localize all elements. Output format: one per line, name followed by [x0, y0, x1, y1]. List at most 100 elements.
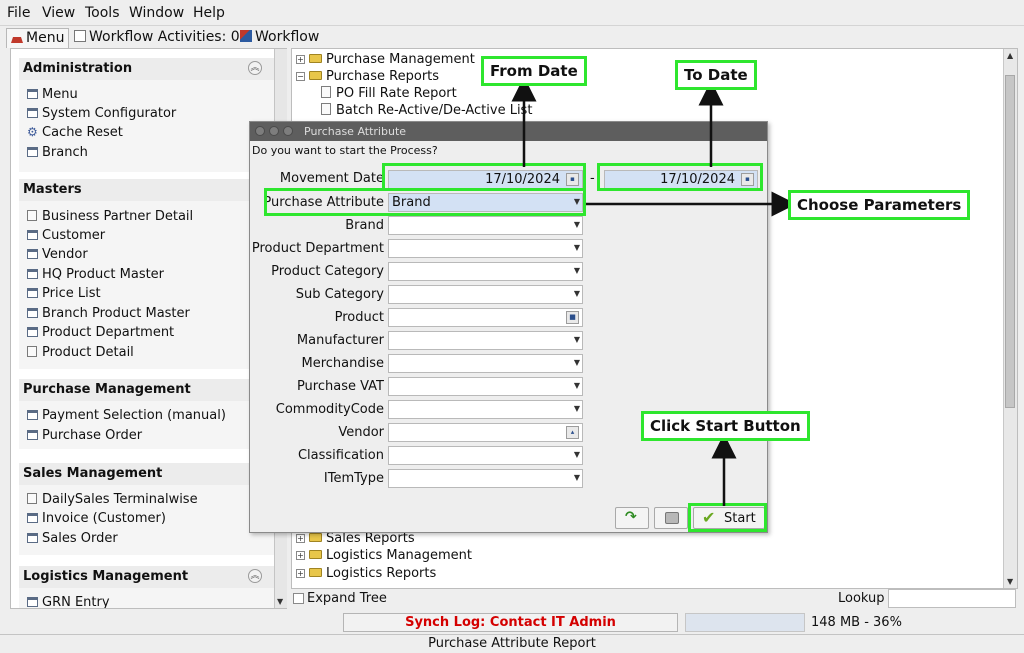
purchase-vat-select[interactable]: ▼ [388, 377, 583, 396]
link-vendor[interactable]: Vendor [27, 247, 88, 262]
menu-view[interactable]: View [42, 5, 75, 21]
link-dailysales-terminalwise[interactable]: DailySales Terminalwise [27, 492, 198, 507]
collapse-node-icon[interactable]: − [296, 72, 305, 81]
section-logistics-management-header[interactable]: Logistics Management [19, 566, 277, 588]
link-label: Payment Selection (manual) [42, 408, 226, 423]
link-product-detail[interactable]: Product Detail [27, 345, 134, 360]
tree-node-label: Purchase Reports [326, 69, 440, 84]
chevron-down-icon: ▼ [573, 243, 580, 252]
link-sales-order[interactable]: Sales Order [27, 531, 118, 546]
tree-node-purchase-management[interactable]: + Purchase Management [296, 52, 475, 67]
classification-select[interactable]: ▼ [388, 446, 583, 465]
tab-bar: Menu Workflow Activities: 0 Workflow [0, 26, 1024, 48]
expand-icon[interactable]: + [296, 569, 305, 578]
link-cache-reset[interactable]: ⚙ Cache Reset [27, 125, 123, 140]
refresh-button[interactable]: ↷ [615, 507, 649, 529]
tree-node-po-fill-rate[interactable]: PO Fill Rate Report [321, 86, 457, 101]
collapse-icon[interactable]: ︽ [248, 569, 262, 583]
menu-tools[interactable]: Tools [85, 5, 120, 21]
link-label: Invoice (Customer) [42, 511, 166, 526]
close-window-icon[interactable] [255, 126, 265, 136]
link-label: Menu [42, 87, 78, 102]
tab-workflow[interactable]: Workflow [236, 28, 323, 48]
link-branch[interactable]: Branch [27, 145, 88, 160]
scroll-up-icon[interactable]: ▲ [1007, 51, 1013, 60]
search-button-icon[interactable]: ■ [566, 311, 579, 324]
itemtype-label: ITemType [323, 471, 384, 486]
minimize-window-icon[interactable] [269, 126, 279, 136]
link-business-partner-detail[interactable]: Business Partner Detail [27, 209, 193, 224]
sub-category-select[interactable]: ▼ [388, 285, 583, 304]
left-menu-panel: Administration ︽ Menu System Configurato… [10, 48, 287, 609]
link-label: Vendor [42, 247, 88, 262]
product-department-select[interactable]: ▼ [388, 239, 583, 258]
scroll-down-icon[interactable]: ▼ [1007, 577, 1013, 586]
lock-icon[interactable]: ▴ [566, 426, 579, 439]
expand-tree-checkbox[interactable] [293, 593, 304, 604]
tree-footer: Expand Tree Lookup [291, 589, 1018, 610]
menu-file[interactable]: File [7, 5, 30, 21]
expand-icon[interactable]: + [296, 534, 305, 543]
link-customer[interactable]: Customer [27, 228, 105, 243]
from-date-callout: From Date [481, 56, 587, 86]
collapse-icon[interactable]: ︽ [248, 61, 262, 75]
tree-node-label: Logistics Reports [326, 566, 437, 581]
link-price-list[interactable]: Price List [27, 286, 101, 301]
tree-node-batch-reactive[interactable]: Batch Re-Active/De-Active List [321, 103, 532, 118]
manufacturer-select[interactable]: ▼ [388, 331, 583, 350]
chevron-down-icon: ▼ [573, 220, 580, 229]
scroll-down-icon[interactable]: ▼ [277, 597, 283, 606]
synch-log-button[interactable]: Synch Log: Contact IT Admin [343, 613, 678, 632]
menu-bar: File View Tools Window Help [0, 0, 1024, 26]
link-invoice-customer[interactable]: Invoice (Customer) [27, 511, 166, 526]
tree-node-logistics-management[interactable]: + Logistics Management [296, 548, 472, 563]
link-system-configurator[interactable]: System Configurator [27, 106, 176, 121]
window-icon [27, 533, 38, 543]
window-icon [27, 249, 38, 259]
tab-workflow-activities[interactable]: Workflow Activities: 0 [70, 28, 244, 48]
lookup-input[interactable] [888, 589, 1016, 608]
section-purchase-management-header[interactable]: Purchase Management [19, 379, 277, 401]
tree-node-sales-reports[interactable]: + Sales Reports [296, 531, 415, 546]
tree-node-logistics-reports[interactable]: + Logistics Reports [296, 566, 436, 581]
maximize-window-icon[interactable] [283, 126, 293, 136]
merchandise-select[interactable]: ▼ [388, 354, 583, 373]
product-label: Product [334, 310, 384, 325]
tree-node-purchase-reports[interactable]: − Purchase Reports [296, 69, 439, 84]
dialog-title-bar[interactable]: Purchase Attribute [250, 122, 767, 141]
product-category-select[interactable]: ▼ [388, 262, 583, 281]
menu-window[interactable]: Window [129, 5, 184, 21]
link-hq-product-master[interactable]: HQ Product Master [27, 267, 164, 282]
print-button[interactable] [654, 507, 688, 529]
tab-menu[interactable]: Menu [6, 28, 70, 48]
chevron-down-icon: ▼ [573, 404, 580, 413]
dialog-title: Purchase Attribute [304, 125, 407, 138]
expand-icon[interactable]: + [296, 55, 305, 64]
tree-scrollbar-thumb[interactable] [1005, 75, 1015, 408]
link-label: HQ Product Master [42, 267, 165, 282]
itemtype-select[interactable]: ▼ [388, 469, 583, 488]
window-icon [27, 410, 38, 420]
status-text: Purchase Attribute Report [428, 636, 596, 651]
vendor-search-field[interactable]: ▴ [388, 423, 583, 442]
link-product-department[interactable]: Product Department [27, 325, 174, 340]
link-menu[interactable]: Menu [27, 87, 78, 102]
link-payment-selection[interactable]: Payment Selection (manual) [27, 408, 226, 423]
classification-label: Classification [297, 448, 384, 463]
menu-help[interactable]: Help [193, 5, 225, 21]
window-icon [27, 513, 38, 523]
section-masters-header[interactable]: Masters [19, 179, 277, 201]
commodity-code-select[interactable]: ▼ [388, 400, 583, 419]
link-purchase-order[interactable]: Purchase Order [27, 428, 142, 443]
brand-select[interactable]: ▼ [388, 216, 583, 235]
expand-icon[interactable]: + [296, 551, 305, 560]
link-branch-product-master[interactable]: Branch Product Master [27, 306, 190, 321]
lookup-label: Lookup [838, 591, 885, 606]
movement-date-label: Movement Date [279, 171, 384, 186]
section-administration-header[interactable]: Administration [19, 58, 277, 80]
link-label: DailySales Terminalwise [42, 492, 198, 507]
section-sales-management-header[interactable]: Sales Management [19, 463, 277, 485]
folder-icon [309, 533, 322, 542]
product-search-field[interactable]: ■ [388, 308, 583, 327]
link-grn-entry[interactable]: GRN Entry [27, 595, 110, 608]
